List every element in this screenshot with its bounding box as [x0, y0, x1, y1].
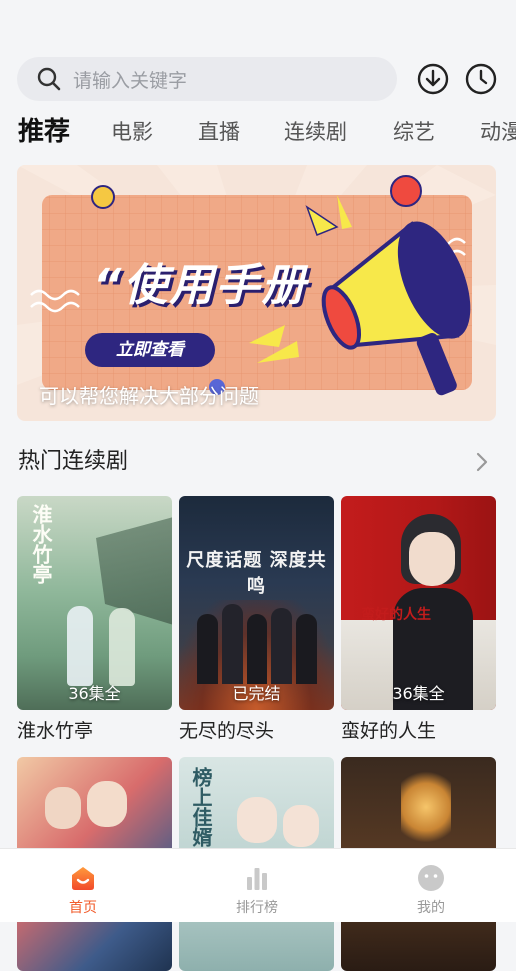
download-icon[interactable] [416, 62, 450, 96]
drama-title: 蛮好的人生 [341, 720, 437, 742]
tabbar-ranking-label: 排行榜 [236, 900, 278, 916]
profile-face-icon [418, 865, 444, 891]
tabbar-profile[interactable]: 我的 [371, 849, 491, 922]
poster-title: 淮水竹亭 [29, 504, 53, 584]
episode-badge: 36集全 [68, 684, 121, 703]
drama-card[interactable]: 淮水竹亭 36集全 淮水竹亭 [17, 496, 172, 743]
tab-movies[interactable]: 电影 [111, 112, 153, 152]
search-icon [37, 67, 61, 91]
search-bar[interactable]: 请输入关键字 [17, 57, 397, 101]
poster-title: 榜上佳婿 [189, 767, 213, 847]
episode-badge: 36集全 [392, 684, 445, 703]
drama-card[interactable]: 蛮好的人生 36集全 蛮好的人生 [341, 496, 496, 743]
banner-view-button[interactable]: 立即查看 [85, 333, 215, 367]
search-placeholder: 请输入关键字 [73, 69, 188, 92]
episode-badge: 已完结 [232, 684, 281, 703]
tab-series[interactable]: 连续剧 [284, 112, 347, 152]
drama-title: 无尽的尽头 [179, 720, 275, 742]
home-icon [72, 867, 94, 890]
tab-live[interactable]: 直播 [198, 112, 240, 152]
promo-banner[interactable]: “使用手册 立即查看 可以帮您解决大部分问题 [17, 165, 496, 421]
tab-variety[interactable]: 综艺 [393, 112, 435, 152]
tab-anime[interactable]: 动漫 [480, 112, 516, 152]
category-tabs: 推荐 电影 直播 连续剧 综艺 动漫 [18, 112, 516, 152]
tabbar-profile-label: 我的 [417, 900, 445, 916]
banner-caption: 可以帮您解决大部分问题 [39, 384, 259, 408]
bar-chart-icon [247, 868, 267, 890]
section-title: 热门连续剧 [18, 449, 129, 474]
drama-card[interactable]: 尺度话题 深度共鸣 已完结 无尽的尽头 [179, 496, 334, 743]
poster-tagline: 尺度话题 深度共鸣 [186, 550, 327, 597]
poster-title: 蛮好的人生 [361, 607, 431, 623]
tabbar-ranking[interactable]: 排行榜 [197, 849, 317, 922]
tabbar-home-label: 首页 [69, 900, 97, 916]
history-clock-icon[interactable] [464, 62, 498, 96]
chevron-right-icon[interactable] [472, 452, 492, 472]
tab-recommend[interactable]: 推荐 [18, 112, 70, 152]
banner-title: “使用手册 [93, 260, 308, 311]
section-header[interactable]: 热门连续剧 [18, 444, 498, 480]
poster-image[interactable]: 淮水竹亭 36集全 [17, 496, 172, 710]
bottom-tab-bar: 首页 排行榜 我的 [0, 848, 516, 922]
tabbar-home[interactable]: 首页 [23, 849, 143, 922]
poster-image[interactable]: 尺度话题 深度共鸣 已完结 [179, 496, 334, 710]
poster-image[interactable]: 蛮好的人生 36集全 [341, 496, 496, 710]
drama-title: 淮水竹亭 [17, 720, 94, 742]
